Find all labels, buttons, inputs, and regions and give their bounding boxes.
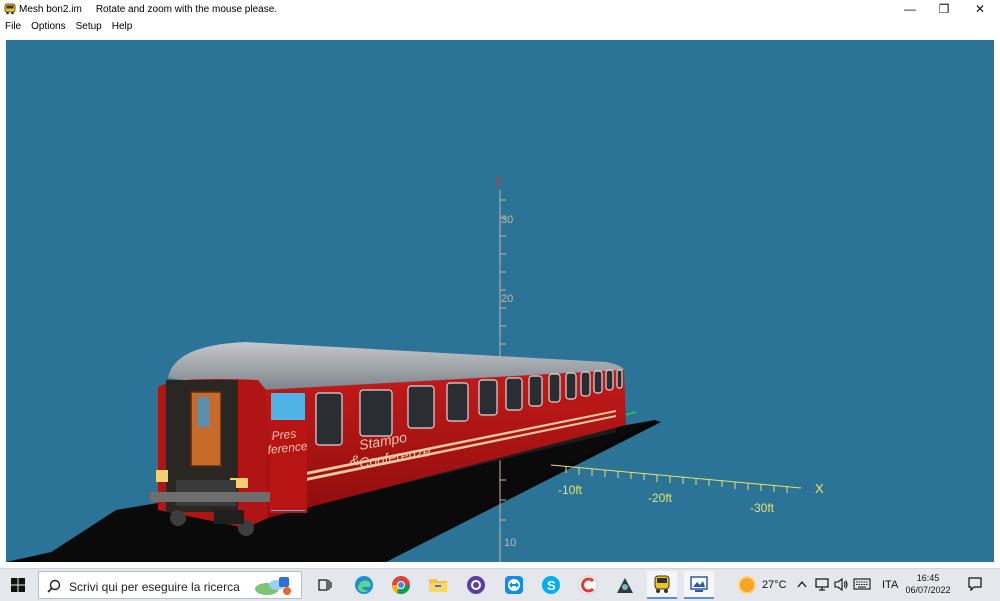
z-axis-label: Z [495, 175, 502, 189]
search-icon [47, 579, 61, 593]
z-tick-label: 30 [501, 214, 513, 226]
z-tick-label: 20 [501, 293, 513, 305]
file-explorer-button[interactable] [423, 571, 453, 599]
window-title: Mesh bon2.im Rotate and zoom with the mou… [19, 4, 277, 15]
github-desktop-icon [467, 576, 485, 594]
chrome-icon [392, 576, 410, 595]
start-button[interactable] [0, 569, 36, 601]
close-button[interactable]: ✕ [962, 0, 998, 18]
taskbar: Scrivi qui per eseguire la ricerca S 27°… [0, 568, 1000, 601]
tray-chevron-up-icon[interactable] [797, 580, 807, 588]
mesh-viewer-icon [654, 575, 670, 593]
app-name: Mesh bon2.im [19, 4, 82, 15]
ccleaner-icon [578, 575, 598, 595]
weather-temperature[interactable]: 27°C [762, 579, 787, 591]
game-app-button[interactable] [610, 571, 640, 599]
clock-date: 06/07/2022 [905, 585, 951, 595]
keyboard-icon[interactable] [853, 578, 871, 590]
svg-text:S: S [547, 578, 556, 593]
teamviewer-icon [505, 576, 523, 594]
task-view-button[interactable] [310, 571, 340, 599]
network-icon[interactable] [815, 578, 829, 591]
window-hint: Rotate and zoom with the mouse please. [95, 4, 278, 15]
mesh-viewer-button[interactable] [647, 571, 677, 599]
taskbar-search[interactable]: Scrivi qui per eseguire la ricerca [38, 571, 302, 599]
windows-logo-icon [11, 578, 25, 592]
task-view-icon [318, 579, 332, 591]
notification-icon[interactable] [968, 577, 982, 591]
scene-canvas[interactable]: Z 30 20 10 X -10ft -20ft -30ft Stampo & … [6, 40, 994, 562]
menu-bar: File Options Setup Help [0, 18, 1000, 34]
menu-file[interactable]: File [0, 21, 26, 32]
restore-button[interactable]: ❐ [926, 0, 962, 18]
search-placeholder: Scrivi qui per eseguire la ricerca [69, 580, 240, 594]
menu-help[interactable]: Help [107, 21, 138, 32]
z-tick-label: 10 [504, 537, 516, 549]
3d-viewport[interactable]: Z 30 20 10 X -10ft -20ft -30ft Stampo & … [6, 40, 994, 562]
x-tick-label: -20ft [648, 491, 673, 505]
language-indicator[interactable]: ITA [882, 579, 898, 591]
x-tick-label: -30ft [750, 501, 775, 515]
taskbar-clock[interactable]: 16:45 06/07/2022 [900, 572, 956, 596]
github-desktop-button[interactable] [461, 571, 491, 599]
skype-icon: S [542, 576, 560, 594]
image-tool-button[interactable] [684, 571, 714, 599]
file-explorer-icon [429, 579, 447, 592]
x-tick-label: -10ft [558, 483, 583, 497]
teamviewer-button[interactable] [499, 571, 529, 599]
x-axis: X -10ft -20ft -30ft [550, 464, 824, 515]
chrome-button[interactable] [386, 571, 416, 599]
title-bar: Mesh bon2.im Rotate and zoom with the mou… [0, 0, 1000, 18]
menu-options[interactable]: Options [26, 21, 70, 32]
skype-button[interactable]: S [536, 571, 566, 599]
app-icon [4, 3, 16, 15]
edge-button[interactable] [349, 571, 379, 599]
game-app-icon [617, 578, 633, 593]
image-tool-icon [690, 576, 708, 592]
ccleaner-button[interactable] [573, 571, 603, 599]
clock-time: 16:45 [916, 573, 940, 583]
weather-sun-icon[interactable] [740, 578, 754, 592]
menu-setup[interactable]: Setup [71, 21, 107, 32]
volume-icon[interactable] [834, 578, 848, 591]
edge-icon [355, 576, 373, 594]
minimize-button[interactable]: — [892, 0, 928, 18]
x-axis-label: X [815, 481, 824, 496]
search-highlight-icon[interactable] [253, 575, 293, 597]
